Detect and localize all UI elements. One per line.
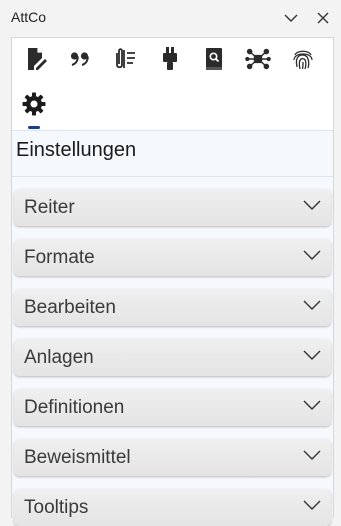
chevron-down-icon — [303, 398, 321, 412]
chevron-down-icon — [303, 298, 321, 312]
accordion-label: Beweismittel — [24, 447, 131, 468]
accordion-label: Reiter — [24, 197, 75, 218]
title-bar: AttCo — [0, 0, 341, 36]
chevron-down-icon — [303, 448, 321, 462]
chevron-down-icon[interactable] — [282, 9, 300, 27]
book-search-icon[interactable] — [201, 46, 227, 72]
gear-icon[interactable] — [21, 91, 47, 117]
accordion-bearbeiten[interactable]: Bearbeiten — [14, 289, 331, 326]
divider — [12, 176, 333, 177]
quote-icon[interactable] — [67, 46, 93, 72]
app-title: AttCo — [11, 9, 47, 25]
chevron-down-icon — [303, 348, 321, 362]
accordion-label: Bearbeiten — [24, 297, 116, 318]
accordion-tooltips[interactable]: Tooltips — [14, 489, 331, 526]
accordion-definitionen[interactable]: Definitionen — [14, 389, 331, 426]
accordion-label: Tooltips — [24, 497, 89, 518]
page-title: Einstellungen — [16, 139, 137, 161]
accordion-beweismittel[interactable]: Beweismittel — [14, 439, 331, 476]
document-pencil-icon[interactable] — [23, 46, 49, 72]
accordion-label: Formate — [24, 247, 95, 268]
brush-icon[interactable] — [157, 46, 183, 72]
chevron-down-icon — [303, 198, 321, 212]
accordion-anlagen[interactable]: Anlagen — [14, 339, 331, 376]
task-pane: Einstellungen Reiter Formate Bearbeiten … — [11, 37, 334, 526]
accordion-reiter[interactable]: Reiter — [14, 189, 331, 226]
active-tab-indicator — [28, 126, 40, 129]
close-icon[interactable] — [314, 9, 332, 27]
icon-toolbar — [12, 38, 333, 130]
chevron-down-icon — [303, 248, 321, 262]
fingerprint-icon[interactable] — [290, 46, 316, 72]
paperclip-list-icon[interactable] — [112, 46, 138, 72]
accordion-formate[interactable]: Formate — [14, 239, 331, 276]
accordion-label: Definitionen — [24, 397, 125, 418]
accordion-label: Anlagen — [24, 347, 94, 368]
network-icon[interactable] — [245, 46, 271, 72]
settings-area: Einstellungen Reiter Formate Bearbeiten … — [12, 130, 333, 526]
